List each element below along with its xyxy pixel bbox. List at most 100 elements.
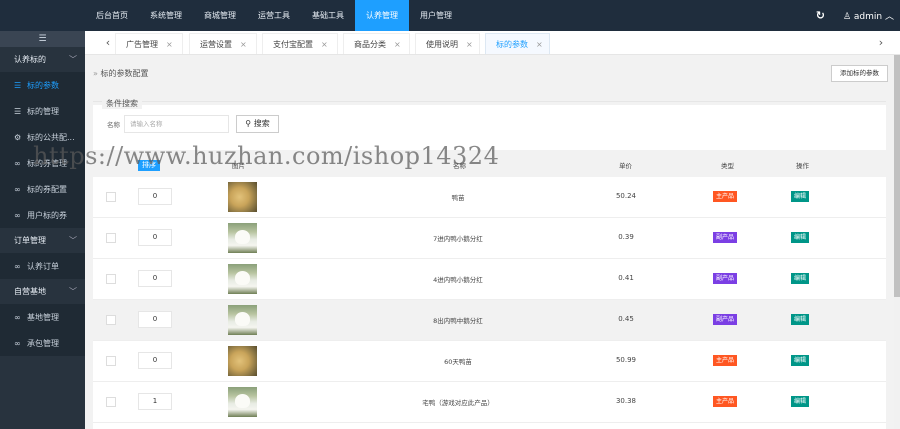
product-name: 鸭苗 — [451, 194, 465, 202]
row-checkbox[interactable] — [106, 315, 116, 325]
table-row: 0 鸭苗 50.24 主产品 编辑 — [93, 177, 886, 218]
link-icon: ∞ — [14, 261, 21, 271]
filter-name-label: 名称 — [107, 121, 120, 129]
tab-next-button[interactable]: › — [870, 31, 892, 54]
sort-input[interactable]: 0 — [138, 352, 172, 369]
sidebar-group-label: 自营基地 — [14, 287, 46, 296]
sort-input[interactable]: 1 — [138, 393, 172, 410]
filter-title: 条件搜索 — [102, 98, 142, 109]
table-row: 1 宅鸭（游戏对应此产品） 30.38 主产品 编辑 — [93, 382, 886, 423]
product-thumbnail — [228, 387, 257, 417]
chevron-up-icon: ︿ — [884, 12, 894, 22]
edit-button[interactable]: 编辑 — [791, 191, 810, 202]
edit-button[interactable]: 编辑 — [791, 273, 810, 284]
product-price: 50.24 — [615, 192, 637, 200]
sort-input[interactable]: 0 — [138, 311, 172, 328]
watermark-text: https://www.huzhan.com/ishop14324 — [33, 142, 500, 170]
sidebar-item[interactable]: ∞ 用户标的券 — [0, 202, 85, 228]
row-checkbox[interactable] — [106, 356, 116, 366]
sidebar-item-label: 认养订单 — [27, 261, 59, 271]
topnav-item[interactable]: 基础工具 — [301, 0, 355, 31]
row-checkbox[interactable] — [106, 233, 116, 243]
tab-label: 广告管理 — [126, 40, 158, 49]
table-row: 0 4进内鸭小鹅分红 0.41 副产品 编辑 — [93, 259, 886, 300]
sidebar-item[interactable]: ∞ 认养订单 — [0, 253, 85, 279]
topnav-item[interactable]: 后台首页 — [85, 0, 139, 31]
sidebar-item-label: 标的参数 — [27, 80, 59, 90]
search-button[interactable]: ⚲ 搜索 — [236, 115, 279, 133]
user-menu[interactable]: ♙ admin ︿ — [843, 9, 894, 22]
edit-button[interactable]: 编辑 — [791, 355, 810, 366]
sidebar-item[interactable]: ☰ 标的参数 — [0, 72, 85, 98]
topnav-item[interactable]: 系统管理 — [139, 0, 193, 31]
tab-label: 使用说明 — [426, 40, 458, 49]
user-icon: ♙ — [842, 12, 852, 22]
sort-input[interactable]: 0 — [138, 270, 172, 287]
close-icon[interactable]: × — [240, 40, 247, 49]
row-checkbox[interactable] — [106, 192, 116, 202]
sidebar-group-orders[interactable]: 订单管理 ﹀ — [0, 228, 85, 253]
edit-button[interactable]: 编辑 — [791, 232, 810, 243]
close-icon[interactable]: × — [166, 40, 173, 49]
main-content: » 标的参数配置 添加标的参数 条件搜索 名称 请输入名称 ⚲ 搜索 排序 图片… — [85, 55, 894, 429]
top-nav: 后台首页 系统管理 商城管理 运营工具 基础工具 认养管理 用户管理 — [85, 0, 463, 31]
top-right-tools: ↻ ♙ admin ︿ — [816, 0, 894, 31]
tab[interactable]: 标的参数 × — [485, 33, 550, 54]
sidebar-group-bases[interactable]: 自营基地 ﹀ — [0, 279, 85, 304]
product-name: 宅鸭（游戏对应此产品） — [422, 399, 494, 407]
chevron-down-icon: ﹀ — [69, 55, 77, 64]
product-price: 50.99 — [615, 356, 637, 364]
refresh-icon[interactable]: ↻ — [816, 9, 825, 22]
user-name: admin — [853, 12, 883, 22]
type-badge: 副产品 — [713, 314, 738, 325]
product-price: 0.41 — [618, 274, 634, 282]
type-badge: 副产品 — [713, 273, 738, 284]
product-thumbnail — [228, 223, 257, 253]
sidebar-item-label: 基地管理 — [27, 312, 59, 322]
scrollbar-thumb[interactable] — [894, 55, 900, 297]
product-name: 4进内鸭小鹅分红 — [433, 276, 483, 284]
link-icon: ∞ — [14, 210, 21, 220]
page-title: 标的参数配置 — [100, 69, 149, 78]
close-icon[interactable]: × — [466, 40, 473, 49]
type-badge: 主产品 — [713, 191, 738, 202]
product-price: 0.45 — [618, 315, 634, 323]
tab[interactable]: 使用说明 × — [415, 33, 480, 54]
sidebar-item[interactable]: ∞ 承包管理 — [0, 330, 85, 356]
edit-button[interactable]: 编辑 — [791, 314, 810, 325]
row-checkbox[interactable] — [106, 397, 116, 407]
sidebar-item[interactable]: ☰ 标的管理 — [0, 98, 85, 124]
topnav-item[interactable]: 运营工具 — [247, 0, 301, 31]
close-icon[interactable]: × — [321, 40, 328, 49]
topnav-item[interactable]: 认养管理 — [355, 0, 409, 31]
tab[interactable]: 运营设置 × — [189, 33, 257, 54]
close-icon[interactable]: × — [536, 40, 543, 49]
topnav-item[interactable]: 商城管理 — [193, 0, 247, 31]
tab-bar: ‹ 广告管理 × 运营设置 × 支付宝配置 × 商品分类 × 使用说明 × 标的参数 × › — [85, 31, 900, 55]
link-icon: ∞ — [14, 158, 21, 168]
topnav-item[interactable]: 用户管理 — [409, 0, 463, 31]
close-icon[interactable]: × — [394, 40, 401, 49]
tab[interactable]: 支付宝配置 × — [262, 33, 338, 54]
sidebar-group-adopt-target[interactable]: 认养标的 ﹀ — [0, 47, 85, 72]
sidebar-item[interactable]: ∞ 标的券配置 — [0, 176, 85, 202]
header-price: 单价 — [619, 162, 632, 170]
edit-button[interactable]: 编辑 — [791, 396, 810, 407]
product-thumbnail — [228, 346, 257, 376]
sidebar-group-label: 订单管理 — [14, 236, 46, 245]
row-checkbox[interactable] — [106, 274, 116, 284]
link-icon: ∞ — [14, 312, 21, 322]
header-type: 类型 — [721, 162, 734, 170]
add-target-param-button[interactable]: 添加标的参数 — [831, 65, 888, 82]
scrollbar[interactable] — [894, 55, 900, 429]
link-icon: ∞ — [14, 338, 21, 348]
tab[interactable]: 商品分类 × — [343, 33, 410, 54]
name-search-input[interactable]: 请输入名称 — [124, 115, 229, 133]
sidebar-item[interactable]: ∞ 基地管理 — [0, 304, 85, 330]
sort-input[interactable]: 0 — [138, 229, 172, 246]
menu-icon[interactable]: ☰ — [0, 31, 85, 47]
tab[interactable]: 广告管理 × — [115, 33, 183, 54]
sidebar-group-label: 认养标的 — [14, 55, 46, 64]
sort-input[interactable]: 0 — [138, 188, 172, 205]
chevron-down-icon: ﹀ — [69, 287, 77, 296]
